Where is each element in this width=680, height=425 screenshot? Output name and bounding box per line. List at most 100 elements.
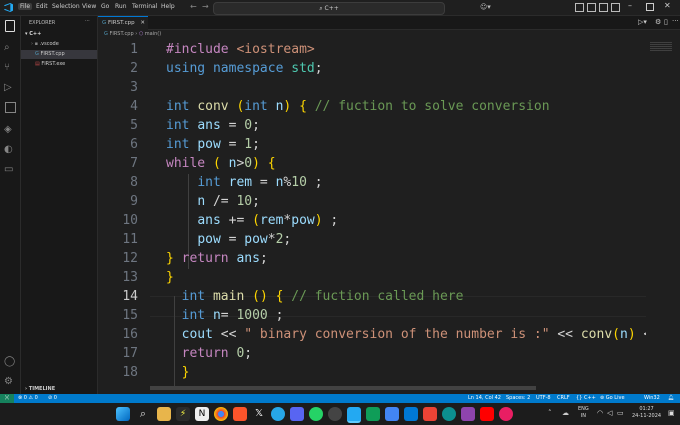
code-editor[interactable]: 1 #include <iostream> 2 using namespace std… — [98, 40, 646, 390]
back-arrow-icon[interactable]: ← — [190, 2, 197, 11]
close-window-icon[interactable]: ✕ — [664, 1, 671, 10]
account-icon[interactable]: ◯ — [4, 356, 16, 368]
discord-icon[interactable] — [290, 407, 304, 421]
editor-settings-icon[interactable]: ⚙ — [655, 18, 661, 26]
code-line[interactable]: int ans = 0; — [166, 118, 260, 133]
brave-icon[interactable] — [233, 407, 247, 421]
list-item[interactable]: › ▪ .vscode — [31, 41, 59, 47]
app-icon-blue[interactable] — [385, 407, 399, 421]
source-control-icon[interactable]: ⑂ — [4, 62, 16, 74]
wifi-icon[interactable]: ◠ — [597, 409, 603, 417]
code-line[interactable]: int main () { // fuction called here — [166, 289, 464, 304]
edge-icon[interactable] — [442, 407, 456, 421]
code-line[interactable]: } — [166, 270, 174, 285]
app-icon-green[interactable] — [366, 407, 380, 421]
maximize-icon[interactable] — [646, 3, 654, 11]
settings-gear-icon[interactable]: ⚙ — [4, 376, 16, 388]
code-line[interactable]: while ( n>0) { — [166, 156, 276, 171]
tab-close-icon[interactable]: ✕ — [140, 20, 145, 26]
explorer-icon[interactable] — [5, 20, 15, 32]
app-icon-pink[interactable] — [499, 407, 513, 421]
horizontal-scrollbar[interactable] — [150, 386, 536, 390]
github-icon[interactable] — [328, 407, 342, 421]
terminal-app-icon[interactable]: ⚡ — [176, 407, 190, 421]
menu-edit[interactable]: Edit — [34, 3, 50, 10]
telegram-icon[interactable] — [271, 407, 285, 421]
menu-file[interactable]: File — [18, 3, 33, 10]
code-line[interactable]: int rem = n%10 ; — [166, 175, 322, 190]
whatsapp-icon[interactable] — [309, 407, 323, 421]
system-tray-chevron-icon[interactable]: ˄ — [548, 409, 552, 417]
remote-indicator-icon[interactable]: ⟩⟨ — [0, 394, 14, 403]
notion-icon[interactable]: N — [195, 407, 209, 421]
x-twitter-icon[interactable]: 𝕏 — [252, 407, 266, 421]
code-line[interactable]: pow = pow*2; — [166, 232, 291, 247]
code-line[interactable]: return 0; — [166, 346, 252, 361]
code-line[interactable]: int n= 1000 ; — [166, 308, 284, 323]
search-icon[interactable]: ⌕ — [4, 42, 16, 54]
menu-view[interactable]: View — [80, 3, 98, 10]
vscode-taskbar-icon[interactable] — [347, 407, 361, 423]
minimap[interactable] — [646, 40, 680, 390]
minimize-icon[interactable]: – — [628, 1, 632, 10]
menu-go[interactable]: Go — [99, 3, 111, 10]
indentation[interactable]: Spaces: 2 — [506, 394, 530, 403]
extensions-icon[interactable] — [5, 102, 16, 113]
tab-first-cpp[interactable]: G FIRST.cpp ✕ — [98, 16, 148, 30]
forward-arrow-icon[interactable]: → — [202, 2, 209, 11]
edge-devtools-icon[interactable]: ◐ — [4, 144, 16, 156]
app-icon-purple[interactable] — [461, 407, 475, 421]
code-line[interactable]: } — [166, 365, 190, 380]
battery-icon[interactable]: ▭ — [617, 409, 624, 417]
code-line[interactable]: int pow = 1; — [166, 137, 260, 152]
cursor-position[interactable]: Ln 14, Col 42 — [468, 394, 501, 403]
code-line[interactable]: using namespace std; — [166, 61, 323, 76]
code-line[interactable]: } return ans; — [166, 251, 268, 266]
language-indicator[interactable]: ENG IN — [578, 406, 589, 420]
toggle-panel-icon[interactable] — [587, 3, 596, 12]
menu-help[interactable]: Help — [159, 3, 177, 10]
ports-indicator[interactable]: ⊘ 0 — [48, 394, 57, 403]
code-line[interactable]: int conv (int n) { // fuction to solve c… — [166, 99, 550, 114]
end-of-line[interactable]: CRLF — [557, 394, 570, 403]
copilot-icon[interactable]: ☺▾ — [480, 3, 491, 11]
run-code-icon[interactable]: ▷▾ — [638, 18, 647, 26]
python-icon[interactable]: ◈ — [4, 124, 16, 136]
code-line[interactable]: ans += (rem*pow) ; — [166, 213, 338, 228]
menu-terminal[interactable]: Terminal — [130, 3, 159, 10]
timeline-section[interactable]: › TIMELINE — [25, 386, 55, 392]
code-line[interactable]: #include <iostream> — [166, 42, 315, 57]
file-explorer-icon[interactable] — [157, 407, 171, 421]
gmail-icon[interactable] — [423, 407, 437, 421]
breadcrumb-symbol[interactable]: main() — [145, 31, 161, 37]
clock[interactable]: 01:27 24-11-2024 — [632, 406, 661, 420]
problems-indicator[interactable]: ⊗ 0 ⚠ 0 — [18, 394, 38, 403]
code-line[interactable]: cout << " binary conversion of the numbe… — [166, 327, 646, 342]
chrome-icon[interactable] — [214, 407, 228, 421]
code-line[interactable]: n /= 10; — [166, 194, 260, 209]
breadcrumb-file[interactable]: FIRST.cpp — [109, 31, 133, 37]
customize-layout-icon[interactable] — [611, 3, 620, 12]
list-item[interactable]: ▤ FIRST.exe — [35, 61, 65, 67]
toggle-secondary-sidebar-icon[interactable] — [599, 3, 608, 12]
outlook-icon[interactable] — [404, 407, 418, 421]
menu-selection[interactable]: Selection — [50, 3, 82, 10]
live-share-icon[interactable]: ▭ — [4, 164, 16, 176]
go-live-button[interactable]: ⊚ Go Live — [600, 394, 625, 403]
folder-root[interactable]: ▾ C++ — [25, 31, 41, 37]
more-actions-icon[interactable]: ··· — [85, 18, 90, 24]
split-editor-icon[interactable]: ▯ — [664, 18, 668, 26]
notification-center-icon[interactable]: ▣ — [668, 409, 675, 417]
language-mode[interactable]: {} C++ — [576, 394, 596, 403]
run-debug-icon[interactable]: ▷ — [4, 82, 16, 94]
volume-icon[interactable]: ◁ — [607, 409, 612, 417]
notifications-bell-icon[interactable]: 🔔︎ — [668, 394, 674, 403]
youtube-icon[interactable] — [480, 407, 494, 421]
encoding[interactable]: UTF-8 — [536, 394, 551, 403]
toggle-sidebar-icon[interactable] — [575, 3, 584, 12]
windows-start-icon[interactable] — [116, 407, 130, 421]
command-center[interactable]: ⌕ C++ — [213, 2, 445, 15]
editor-more-icon[interactable]: ··· — [672, 17, 679, 25]
platform-config[interactable]: Win32 — [644, 394, 660, 403]
taskbar-search-icon[interactable]: ⌕ — [136, 407, 150, 421]
